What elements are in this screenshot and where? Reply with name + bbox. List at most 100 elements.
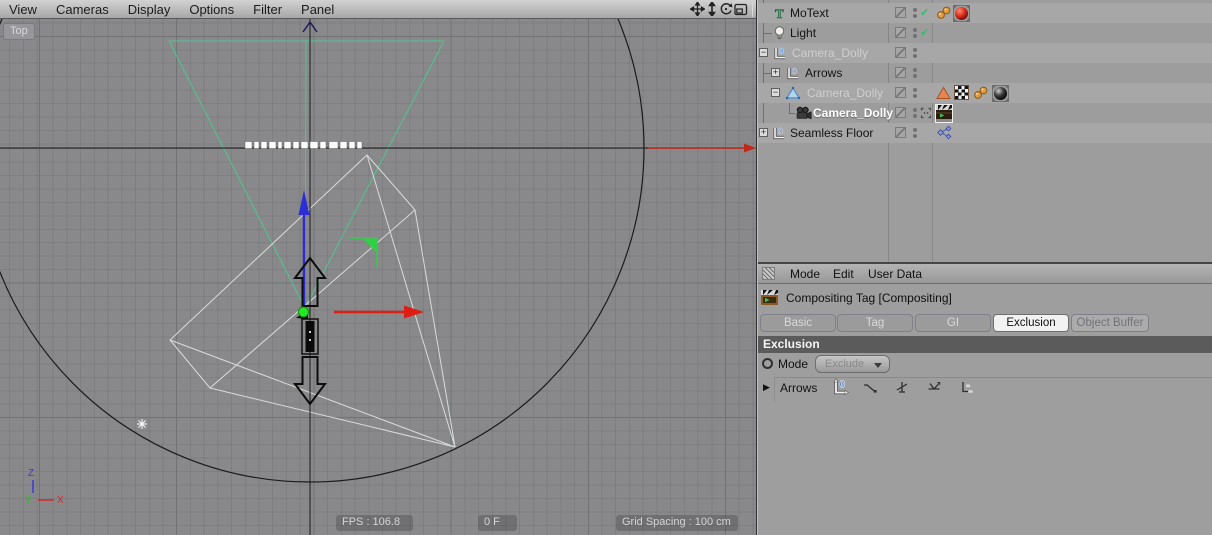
object-name[interactable]: Light [790, 26, 816, 40]
object-name[interactable]: Camera_Dolly [813, 106, 893, 120]
list-expander-arrow[interactable]: ▶ [763, 382, 770, 393]
om-row-camera-dolly-null[interactable]: − 0 Camera_Dolly [758, 43, 1212, 63]
om-row-camera-dolly-camera[interactable]: Camera_Dolly [758, 103, 1212, 123]
editor-visibility-dot[interactable] [913, 8, 917, 12]
menu-display[interactable]: Display [128, 2, 171, 17]
layer-square[interactable] [895, 67, 906, 78]
render-visibility-dot[interactable] [913, 94, 917, 98]
null-object-icon[interactable]: 0 [785, 65, 801, 81]
render-visibility-dot[interactable] [913, 54, 917, 58]
null-object-icon[interactable]: 0 [772, 45, 788, 61]
mograph-cache-tag[interactable] [936, 5, 952, 24]
editor-visibility-dot[interactable] [913, 88, 917, 92]
viewport-panel: View Cameras Display Options Filter Pane… [0, 0, 757, 535]
null-object-icon[interactable]: 0 [771, 125, 787, 141]
viewport-canvas[interactable]: Z Y X Top FPS : 106.8 0 F Grid Spacing :… [0, 19, 757, 535]
object-name[interactable]: Seamless Floor [790, 126, 873, 140]
material-tag-black[interactable] [992, 85, 1009, 105]
collapse-expander[interactable]: − [759, 48, 768, 57]
exclusion-item-arrows[interactable]: Arrows [780, 381, 817, 395]
attribute-title: Compositing Tag [Compositing] [786, 291, 952, 305]
enable-checkmark[interactable]: ✓ [920, 26, 929, 39]
editor-visibility-dot[interactable] [913, 28, 917, 32]
editor-visibility-dot[interactable] [913, 48, 917, 52]
menu-filter[interactable]: Filter [253, 2, 282, 17]
motext-object[interactable] [244, 141, 363, 149]
render-visibility-dot[interactable] [913, 34, 917, 38]
exclusion-toggle-hierarchy-3-icon[interactable] [926, 379, 942, 396]
tab-tag[interactable]: Tag [837, 314, 913, 332]
tab-exclusion[interactable]: Exclusion [993, 314, 1069, 332]
material-tag-red[interactable] [953, 5, 970, 25]
am-menu-user-data[interactable]: User Data [868, 267, 922, 281]
rig-triangle-icon[interactable] [785, 85, 801, 101]
grip-handle-icon[interactable] [762, 267, 775, 280]
menu-view[interactable]: View [9, 2, 37, 17]
gizmo-z-label: Z [28, 468, 34, 479]
om-row-light[interactable]: Light ✓ [758, 23, 1212, 43]
menu-panel[interactable]: Panel [301, 2, 334, 17]
editor-visibility-dot[interactable] [913, 68, 917, 72]
render-visibility-dot[interactable] [913, 134, 917, 138]
phong-tag[interactable] [935, 85, 952, 104]
am-menu-mode[interactable]: Mode [790, 267, 820, 281]
expand-expander[interactable]: + [759, 128, 768, 137]
menu-options[interactable]: Options [189, 2, 234, 17]
enable-checkmark[interactable]: ✓ [920, 6, 929, 19]
editor-visibility-dot[interactable] [913, 108, 917, 112]
om-row-arrows[interactable]: + 0 Arrows [758, 63, 1212, 83]
render-visibility-dot[interactable] [913, 74, 917, 78]
focus-brackets-icon [920, 107, 932, 122]
exclusion-toggle-hierarchy-2-icon[interactable] [894, 379, 910, 396]
mode-radio-icon[interactable] [762, 358, 773, 369]
axis-handle-x[interactable] [334, 305, 424, 319]
exclusion-section-header[interactable]: Exclusion [758, 336, 1212, 353]
axis-gizmo: Z Y X [25, 468, 64, 506]
xpresso-tag[interactable] [937, 125, 952, 143]
om-row-motext[interactable]: T MoText ✓ [758, 3, 1212, 23]
origin-handle[interactable] [298, 306, 309, 318]
zoom-icon[interactable] [706, 2, 718, 16]
layer-square[interactable] [895, 7, 906, 18]
editor-visibility-dot[interactable] [913, 128, 917, 132]
camera-icon[interactable] [795, 105, 812, 121]
frame-readout: 0 F [478, 515, 517, 531]
view-label[interactable]: Top [3, 23, 35, 40]
expand-expander[interactable]: + [771, 68, 780, 77]
tab-gi[interactable]: GI [915, 314, 991, 332]
light-icon[interactable] [772, 25, 788, 41]
tab-object-buffer[interactable]: Object Buffer [1071, 314, 1149, 332]
exclusion-toggle-hierarchy-4-icon[interactable] [958, 379, 974, 396]
menu-cameras[interactable]: Cameras [56, 2, 109, 17]
tab-basic[interactable]: Basic [760, 314, 836, 332]
om-row-camera-dolly-rig[interactable]: − Camera_Dolly [758, 83, 1212, 103]
exclusion-toggle-hierarchy-1-icon[interactable] [862, 379, 878, 396]
layer-square[interactable] [895, 27, 906, 38]
render-visibility-dot[interactable] [913, 14, 917, 18]
object-name[interactable]: Arrows [805, 66, 842, 80]
object-name[interactable]: Camera_Dolly [792, 46, 868, 60]
pan-icon[interactable] [690, 2, 705, 16]
viewport-tools [690, 1, 757, 17]
mograph-cache-tag[interactable] [973, 85, 989, 104]
collapse-expander[interactable]: − [771, 88, 780, 97]
render-visibility-dot[interactable] [913, 114, 917, 118]
compositing-tag-selected[interactable] [935, 104, 953, 123]
am-menu-edit[interactable]: Edit [833, 267, 854, 281]
layer-square[interactable] [895, 87, 906, 98]
rotate-icon[interactable] [719, 2, 733, 16]
axis-handle-z[interactable] [298, 190, 310, 310]
layer-square[interactable] [895, 107, 906, 118]
mode-dropdown[interactable]: Exclude [815, 355, 890, 373]
layer-square[interactable] [895, 127, 906, 138]
composite-checker-tag[interactable] [954, 85, 969, 100]
object-name[interactable]: MoText [790, 6, 829, 20]
toggle-layout-icon[interactable] [734, 3, 748, 16]
exclusion-item-null-icon[interactable]: 0 [831, 378, 850, 397]
object-manager: T MoText ✓ Light ✓ − 0 Camera_Dolly + 0 … [758, 0, 1212, 262]
layer-square[interactable] [895, 47, 906, 58]
object-name[interactable]: Camera_Dolly [807, 86, 883, 100]
om-row-seamless-floor[interactable]: + 0 Seamless Floor [758, 123, 1212, 143]
motext-icon[interactable]: T [772, 5, 788, 21]
mode-dropdown-value: Exclude [825, 358, 865, 370]
